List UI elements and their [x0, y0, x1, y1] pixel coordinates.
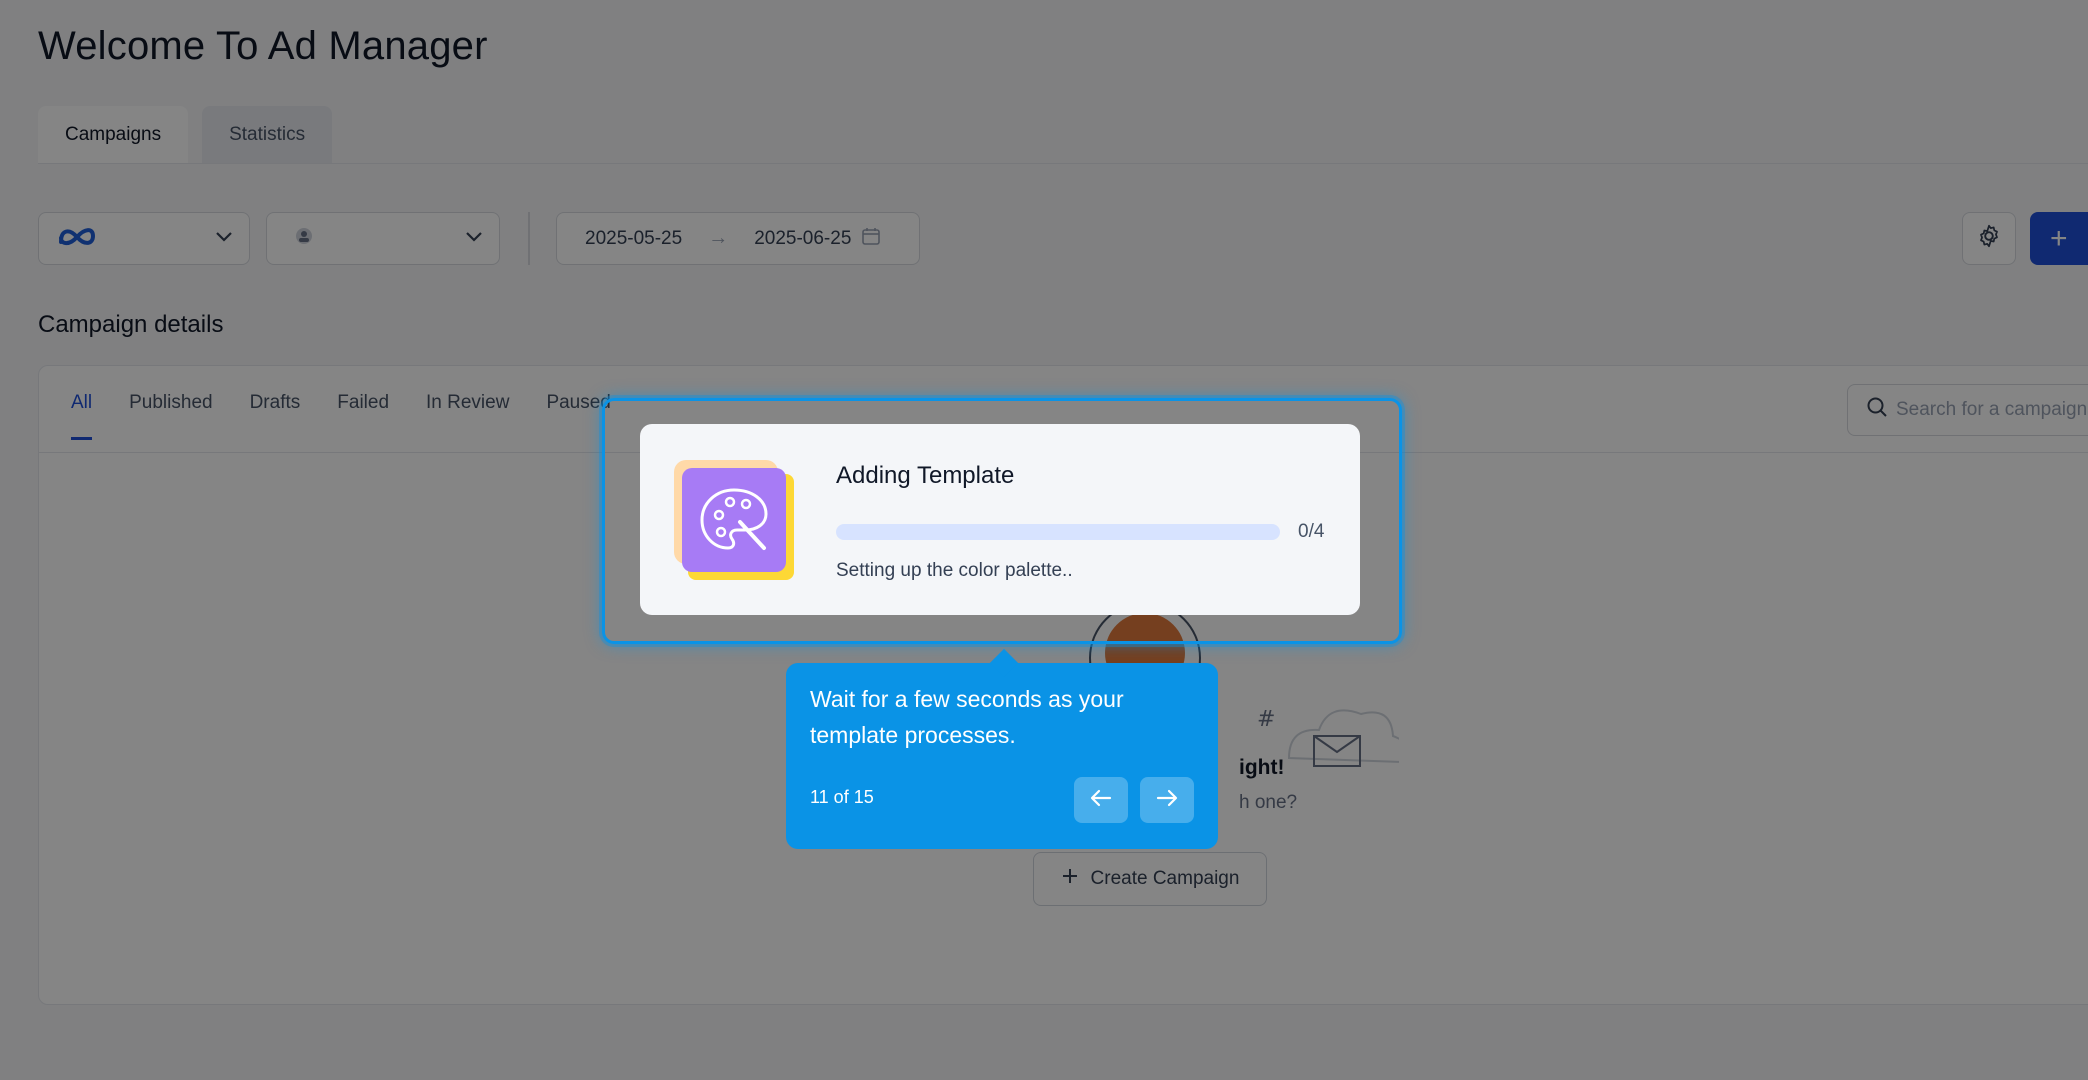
- tour-tooltip: Wait for a few seconds as your template …: [786, 663, 1218, 849]
- arrow-right-icon: [1156, 789, 1178, 812]
- ad-manager-page: Welcome To Ad Manager Campaigns Statisti…: [0, 0, 2088, 1080]
- tour-step-counter: 11 of 15: [810, 787, 874, 807]
- modal-status-text: Setting up the color palette..: [836, 560, 1073, 581]
- palette-icon: [674, 460, 794, 580]
- arrow-left-icon: [1090, 789, 1112, 812]
- progress-bar: [836, 524, 1280, 540]
- tour-message: Wait for a few seconds as your template …: [810, 686, 1124, 748]
- modal-title: Adding Template: [836, 462, 1015, 489]
- tour-prev-button[interactable]: [1074, 777, 1128, 823]
- adding-template-modal: Adding Template 0/4 Setting up the color…: [640, 424, 1360, 615]
- progress-count: 0/4: [1298, 521, 1325, 542]
- tour-next-button[interactable]: [1140, 777, 1194, 823]
